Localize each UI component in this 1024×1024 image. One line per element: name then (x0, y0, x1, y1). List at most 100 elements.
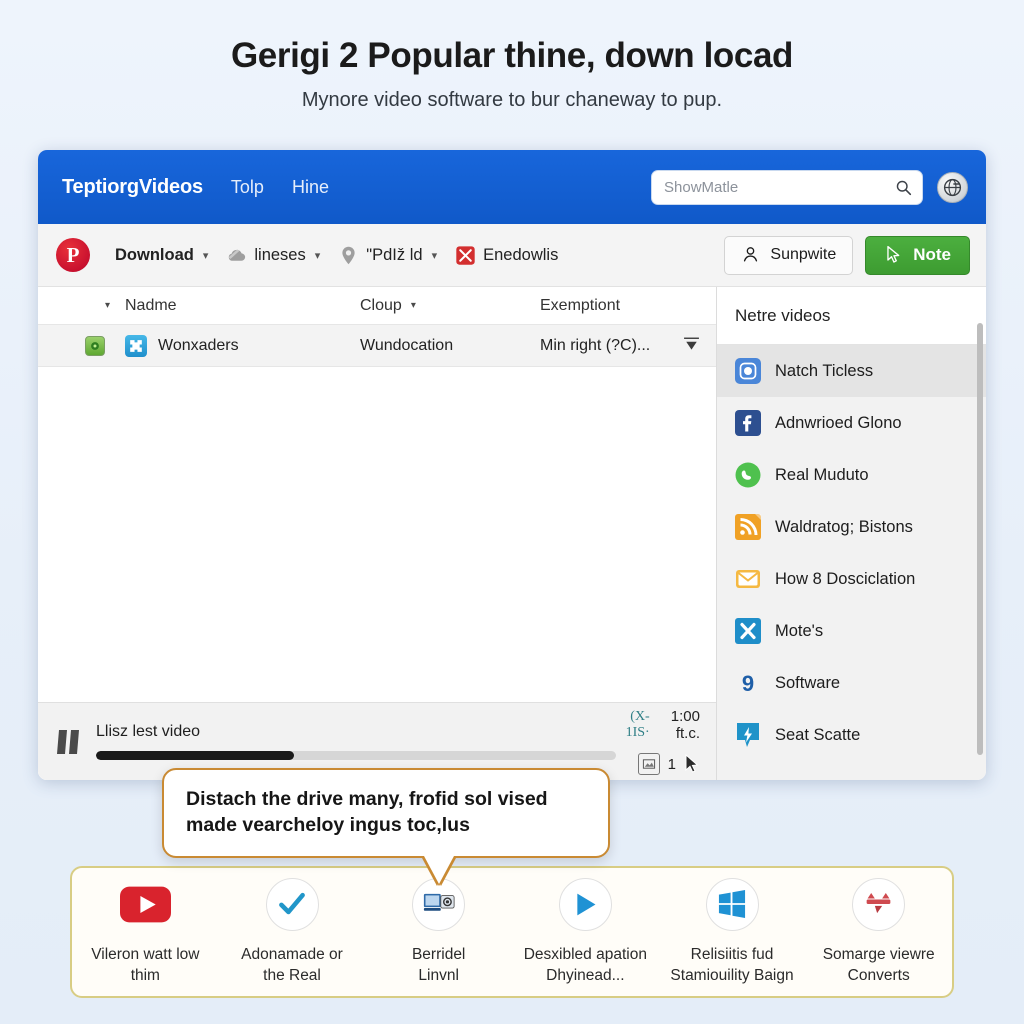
sort-caret-icon[interactable]: ▾ (411, 300, 416, 311)
toolbar-button-enedowlis-label: Enedowlis (483, 245, 559, 264)
column-header-name[interactable]: Nadme (110, 297, 360, 315)
nav-item-0[interactable]: Tolp (231, 177, 264, 198)
feature-item-check[interactable]: Adonamade or the Real (219, 877, 366, 987)
player-action-row: 1 (620, 753, 700, 775)
column-header-name-label: Nadme (125, 296, 177, 314)
pinterest-logo-icon[interactable]: P (56, 238, 90, 272)
player-progress-fill (96, 751, 294, 760)
filter-icon[interactable] (681, 333, 702, 359)
player-time-label: 1:00 ft.c. (670, 708, 700, 742)
player-progress-bar[interactable] (96, 751, 616, 760)
panel-item-label: Waldratog; Bistons (775, 517, 913, 536)
note-button-label: Note (913, 245, 951, 264)
windows-icon (705, 877, 759, 931)
panel-item-label: Seat Scatte (775, 725, 861, 744)
feature-item-play[interactable]: Desxibled apation Dhyinead... (512, 877, 659, 987)
feature-item-devices[interactable]: Berridel Linvnl (365, 877, 512, 987)
player-speed-label[interactable]: (X-1IS· (620, 709, 650, 741)
chevron-down-icon[interactable]: ▾ (203, 249, 209, 262)
panel-item-natch-ticless[interactable]: Natch Ticless (717, 345, 986, 397)
player-meta-row: (X-1IS· 1:00 ft.c. (620, 708, 700, 742)
player-count-label: 1 (667, 755, 676, 773)
feature-label-line1: Vileron watt low (91, 945, 200, 963)
svg-text:9: 9 (742, 671, 754, 696)
panel-item-software[interactable]: 9 Software (717, 657, 986, 709)
blue-puzzle-icon (125, 334, 147, 357)
search-icon[interactable] (895, 179, 912, 196)
feature-label-line1: Somarge viewre (822, 945, 935, 963)
panel-item-motes[interactable]: Mote's (717, 605, 986, 657)
search-input[interactable]: ShowMatle (651, 169, 923, 205)
note-button[interactable]: Note (865, 235, 970, 275)
feature-label-line2: Stamiouility Baign (670, 967, 794, 984)
nine-badge-icon: 9 (735, 670, 761, 696)
panel-item-label: Software (775, 673, 841, 692)
page-header: Gerigi 2 Popular thine, down locad Mynor… (0, 0, 1024, 112)
app-window: TeptiorgVideos Tolp Hine ShowMatle P Dow… (38, 150, 986, 780)
panel-header: Netre videos (717, 287, 986, 345)
column-header-exemption-label: Exemptiont (540, 296, 621, 314)
row-exemption-cell: Min right (?C)... (540, 333, 716, 359)
column-header-exemption[interactable]: Exemptiont (540, 297, 716, 315)
panel-item-adnwrioed-glono[interactable]: Adnwrioed Glono (717, 397, 986, 449)
email-envelope-icon (735, 566, 761, 592)
instagram-icon (735, 358, 761, 384)
toolbar-button-download[interactable]: Download ▾ (106, 240, 217, 271)
sunpwite-button[interactable]: Sunpwite (724, 235, 854, 275)
person-icon (741, 245, 762, 266)
panel-item-label: Adnwrioed Glono (775, 413, 902, 432)
toolbar-button-lineses[interactable]: lineses ▾ (217, 239, 329, 272)
feature-item-windows[interactable]: Relisiitis fud Stamiouility Baign (659, 877, 806, 987)
toolbar-button-enedowlis[interactable]: Enedowlis (446, 239, 567, 272)
location-pin-icon (338, 245, 359, 266)
youtube-icon (119, 878, 172, 931)
feature-label: Vileron watt low thim (72, 944, 219, 987)
panel-item-waldratog-bistons[interactable]: Waldratog; Bistons (717, 501, 986, 553)
toolbar-button-download-label: Download (115, 245, 194, 264)
feature-label: Berridel Linvnl (365, 944, 512, 987)
app-toolbar: P Download ▾ lineses ▾ "PdIž ld ▾ Enedow… (38, 224, 986, 287)
panel-item-real-muduto[interactable]: Real Muduto (717, 449, 986, 501)
search-placeholder: ShowMatle (664, 178, 739, 196)
panel-scrollbar[interactable] (977, 323, 983, 755)
toolbar-button-pdfld[interactable]: "PdIž ld ▾ (329, 239, 446, 272)
row-name-cell: Wonxaders (110, 334, 360, 357)
whatsapp-icon (735, 462, 761, 488)
panel-item-label: Mote's (775, 621, 824, 640)
feature-label-line2: Linvnl (418, 967, 459, 984)
toolbar-button-lineses-label: lineses (254, 245, 306, 264)
nav-item-1[interactable]: Hine (292, 177, 329, 198)
converter-icon (852, 877, 906, 931)
feature-item-youtube[interactable]: Vileron watt low thim (72, 878, 219, 987)
player-center: Llisz lest video (96, 723, 616, 760)
x-twitter-icon (735, 618, 761, 644)
feature-label-line2: Converts (847, 967, 910, 984)
feature-label-line2: the Real (263, 967, 321, 984)
page-title: Gerigi 2 Popular thine, down locad (230, 36, 794, 75)
screenshot-icon[interactable] (637, 753, 660, 775)
feature-label: Relisiitis fud Stamiouility Baign (659, 944, 806, 987)
row-exemption-label: Min right (?C)... (540, 336, 651, 354)
rss-feed-icon (735, 514, 761, 540)
feature-label-line1: Desxibled apation (523, 945, 647, 963)
panel-item-seat-scatte[interactable]: Seat Scatte (717, 709, 986, 761)
check-mark-icon (265, 877, 319, 931)
tooltip-line-1: Distach the drive many, frofid sol vised (186, 788, 548, 810)
mouse-cursor-icon (684, 753, 700, 774)
feature-item-converter[interactable]: Somarge viewre Converts (805, 877, 952, 987)
column-header-select[interactable]: ▾ (38, 300, 110, 311)
globe-icon[interactable] (937, 171, 968, 203)
panel-item-how-dosciclation[interactable]: How 8 Dosciclation (717, 553, 986, 605)
app-topbar: TeptiorgVideos Tolp Hine ShowMatle (38, 150, 986, 224)
chevron-down-icon[interactable]: ▾ (315, 249, 321, 262)
tooltip-tail (424, 856, 454, 885)
table-row[interactable]: Wonxaders Wundocation Min right (?C)... (38, 325, 716, 367)
table-header-row: ▾ Nadme Cloup ▾ Exemptiont (38, 287, 716, 325)
player-video-title: Llisz lest video (96, 723, 201, 740)
play-triangle-icon (558, 877, 612, 931)
chevron-down-icon[interactable]: ▾ (432, 249, 438, 262)
pause-icon[interactable] (56, 728, 82, 756)
column-header-cloud[interactable]: Cloup ▾ (360, 297, 540, 315)
green-disk-icon (85, 335, 105, 356)
row-status-cell (38, 335, 110, 356)
